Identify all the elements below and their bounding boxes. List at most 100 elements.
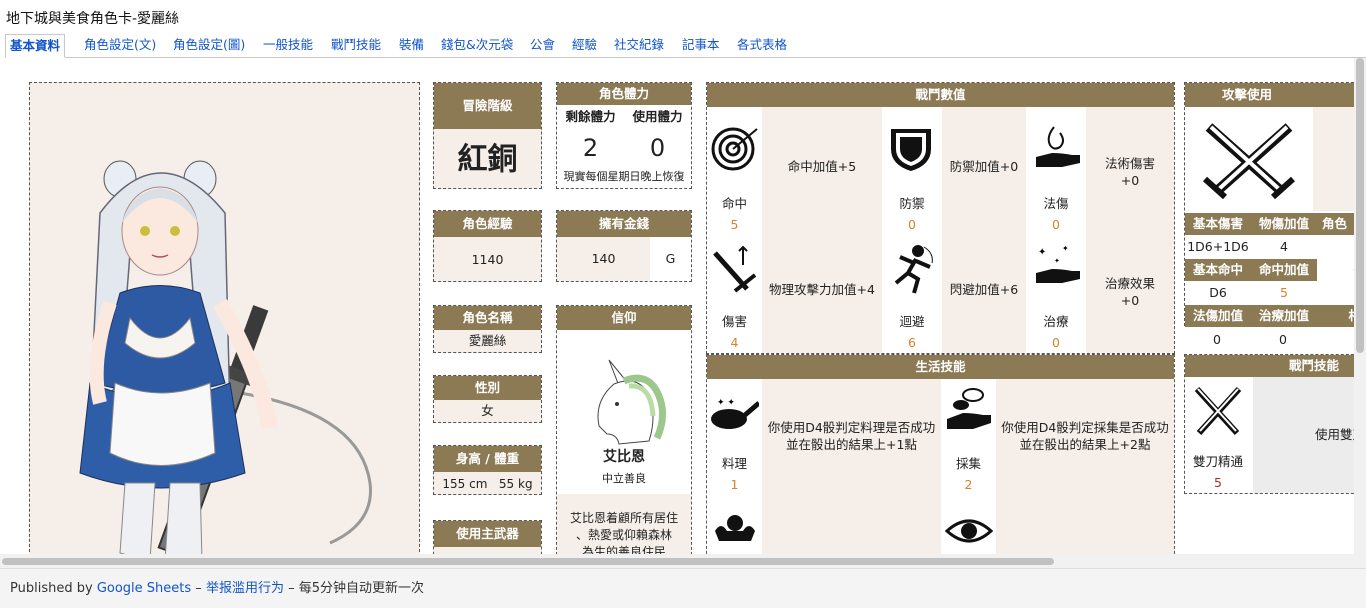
sheet-tabs: 基本資料 角色設定(文) 角色設定(圖) 一般技能 戰鬥技能 裝備 錢包&次元袋…: [5, 34, 1366, 58]
attack-hit-bonus: 5: [1280, 285, 1288, 300]
heal-bonus: 治療效果 +0: [1086, 227, 1174, 353]
experience-panel: 角色經驗 1140: [433, 210, 542, 282]
cooking-desc-line-2: 並在骰出的結果上+1點: [786, 437, 917, 452]
magic-bonus-line-1: 法術傷害: [1104, 156, 1155, 171]
body-panel: 身高 / 體重 155 cm 55 kg: [433, 445, 542, 495]
hit-label: 命中: [721, 196, 747, 211]
combat-stats-panel: 戰鬥數值 命中 5 命中加值+5 防禦 0 防禦加值+0 法傷 0 法術傷害 +…: [706, 82, 1175, 354]
magic-label: 法傷: [1043, 196, 1069, 211]
attack-phys-bonus: 4: [1280, 239, 1288, 254]
dual-blade-cell: 雙刀精通 5: [1185, 377, 1251, 493]
hit-cell: 命中 5: [707, 107, 762, 232]
strength-cell: [707, 497, 762, 554]
svg-text:✦: ✦: [1062, 244, 1069, 253]
svg-text:✦ ✦: ✦ ✦: [717, 398, 735, 408]
name-panel: 角色名稱 愛麗絲: [433, 305, 542, 353]
stamina-used-label: 使用體力: [632, 109, 683, 124]
auto-update-text: 每5分钟自动更新一次: [298, 581, 425, 596]
report-abuse-link[interactable]: 举报滥用行为: [206, 581, 284, 596]
strength-desc: [762, 497, 941, 554]
svg-text:✦: ✦: [1054, 257, 1060, 265]
tab-tables[interactable]: 各式表格: [737, 34, 787, 58]
tab-guild[interactable]: 公會: [530, 34, 555, 58]
stamina-remain-value: 2: [582, 134, 599, 162]
vertical-scroll-thumb[interactable]: [1356, 58, 1364, 353]
money-title: 擁有金錢: [557, 211, 691, 237]
attack-header-base-damage: 基本傷害: [1185, 213, 1251, 235]
tab-basic-info[interactable]: 基本資料: [5, 34, 66, 58]
eye-icon: [945, 519, 993, 543]
horizontal-scrollbar[interactable]: [0, 554, 1366, 568]
cooking-label: 料理: [721, 456, 747, 471]
vertical-scrollbar[interactable]: [1354, 58, 1366, 554]
gather-desc: 你使用D4骰判定採集是否成功 並在骰出的結果上+2點: [996, 379, 1174, 497]
dodge-cell: 迴避 6: [882, 227, 942, 353]
google-sheets-link[interactable]: Google Sheets: [97, 581, 191, 596]
weapon-label: 使用主武器: [434, 521, 541, 547]
tab-equipment[interactable]: 裝備: [399, 34, 424, 58]
gender-panel: 性別 女: [433, 375, 542, 423]
heal-label: 治療: [1043, 314, 1069, 329]
cooking-desc: 你使用D4骰判定料理是否成功 並在骰出的結果上+1點: [762, 379, 941, 497]
tab-general-skills[interactable]: 一般技能: [263, 34, 313, 58]
cooking-desc-line-1: 你使用D4骰判定料理是否成功: [767, 420, 936, 435]
defense-cell: 防禦 0: [882, 107, 942, 232]
dodge-label: 迴避: [899, 314, 925, 329]
heal-value: 0: [1052, 335, 1060, 350]
stamina-title: 角色體力: [557, 83, 691, 105]
heal-cell: ✦ ✦ ✦ 治療 0: [1026, 227, 1086, 353]
heal-bonus-line-1: 治療效果: [1104, 276, 1155, 291]
hit-bonus: 命中加值+5: [762, 107, 882, 227]
tab-experience[interactable]: 經驗: [572, 34, 597, 58]
combat-skills-panel: 戰鬥技能 雙刀精通 5 使用雙刀: [1184, 354, 1354, 494]
attack-header-magic-bonus: 法傷加值: [1185, 305, 1251, 327]
tab-character-text[interactable]: 角色設定(文): [84, 34, 156, 58]
footer: Published by Google Sheets – 举报滥用行为 – 每5…: [0, 568, 1366, 608]
attack-header-role: 角色: [1317, 213, 1354, 235]
target-icon: [711, 127, 758, 171]
sheet-content: 冒險階級 紅銅 角色經驗 1140 角色名稱 愛麗絲 性別 女 身高 / 體重 …: [0, 58, 1354, 554]
magic-bonus: 法術傷害 +0: [1086, 107, 1174, 227]
tab-social-log[interactable]: 社交紀錄: [614, 34, 664, 58]
combat-skills-title: 戰鬥技能: [1185, 355, 1354, 377]
experience-value: 1140: [471, 252, 504, 267]
magic-hand-icon: [1036, 126, 1080, 167]
body-label: 身高 / 體重: [434, 446, 541, 472]
published-by-text: Published by: [10, 581, 93, 596]
height-unit: cm: [469, 477, 488, 491]
gender-label: 性別: [434, 376, 541, 400]
gathering-hand-icon: [947, 388, 991, 429]
damage-cell: 傷害 4: [707, 227, 762, 353]
money-panel: 擁有金錢 140 G: [556, 210, 692, 282]
attack-usage-title: 攻擊使用: [1185, 83, 1354, 107]
attack-header-phys-bonus: 物傷加值: [1251, 213, 1317, 235]
gather-desc-line-1: 你使用D4骰判定採集是否成功: [1001, 420, 1169, 435]
gather-cell: 採集 2: [941, 379, 996, 497]
frying-pan-icon: ✦ ✦: [711, 398, 759, 429]
muscle-icon: [715, 515, 755, 541]
tab-wallet[interactable]: 錢包&次元袋: [441, 34, 513, 58]
experience-label: 角色經驗: [434, 211, 541, 237]
cooking-value: 1: [730, 477, 739, 492]
cooking-cell: ✦ ✦ 料理 1: [707, 379, 762, 497]
horizontal-scroll-thumb[interactable]: [2, 558, 1054, 565]
name-value: 愛麗絲: [468, 333, 507, 348]
dodge-bonus: 閃避加值+6: [942, 227, 1026, 353]
top-bar: 地下城與美食角色卡-愛麗絲: [0, 0, 1366, 34]
character-portrait: [29, 82, 420, 554]
sword-icon: [713, 245, 757, 293]
tab-character-image[interactable]: 角色設定(圖): [173, 34, 245, 58]
attack-header-heal-bonus: 治療加值: [1251, 305, 1317, 327]
rank-panel: 冒險階級 紅銅: [433, 82, 542, 189]
faith-deity: 艾比恩: [603, 449, 645, 465]
attack-usage-panel: 攻擊使用 基本傷害 物傷加值 角色 1D6+1D6 4 基本命中 命中加值 6 …: [1184, 82, 1354, 327]
weight-unit: kg: [518, 477, 533, 491]
defense-bonus: 防禦加值+0: [942, 107, 1026, 227]
tab-notebook[interactable]: 記事本: [682, 34, 720, 58]
shield-icon: [891, 129, 931, 171]
tab-combat-skills[interactable]: 戰鬥技能: [331, 34, 381, 58]
attack-header-hit-bonus: 命中加值: [1251, 259, 1317, 281]
attack-magic-bonus: 0: [1213, 332, 1221, 347]
rank-label: 冒險階級: [434, 83, 541, 129]
maid-character-illustration: [79, 160, 372, 554]
